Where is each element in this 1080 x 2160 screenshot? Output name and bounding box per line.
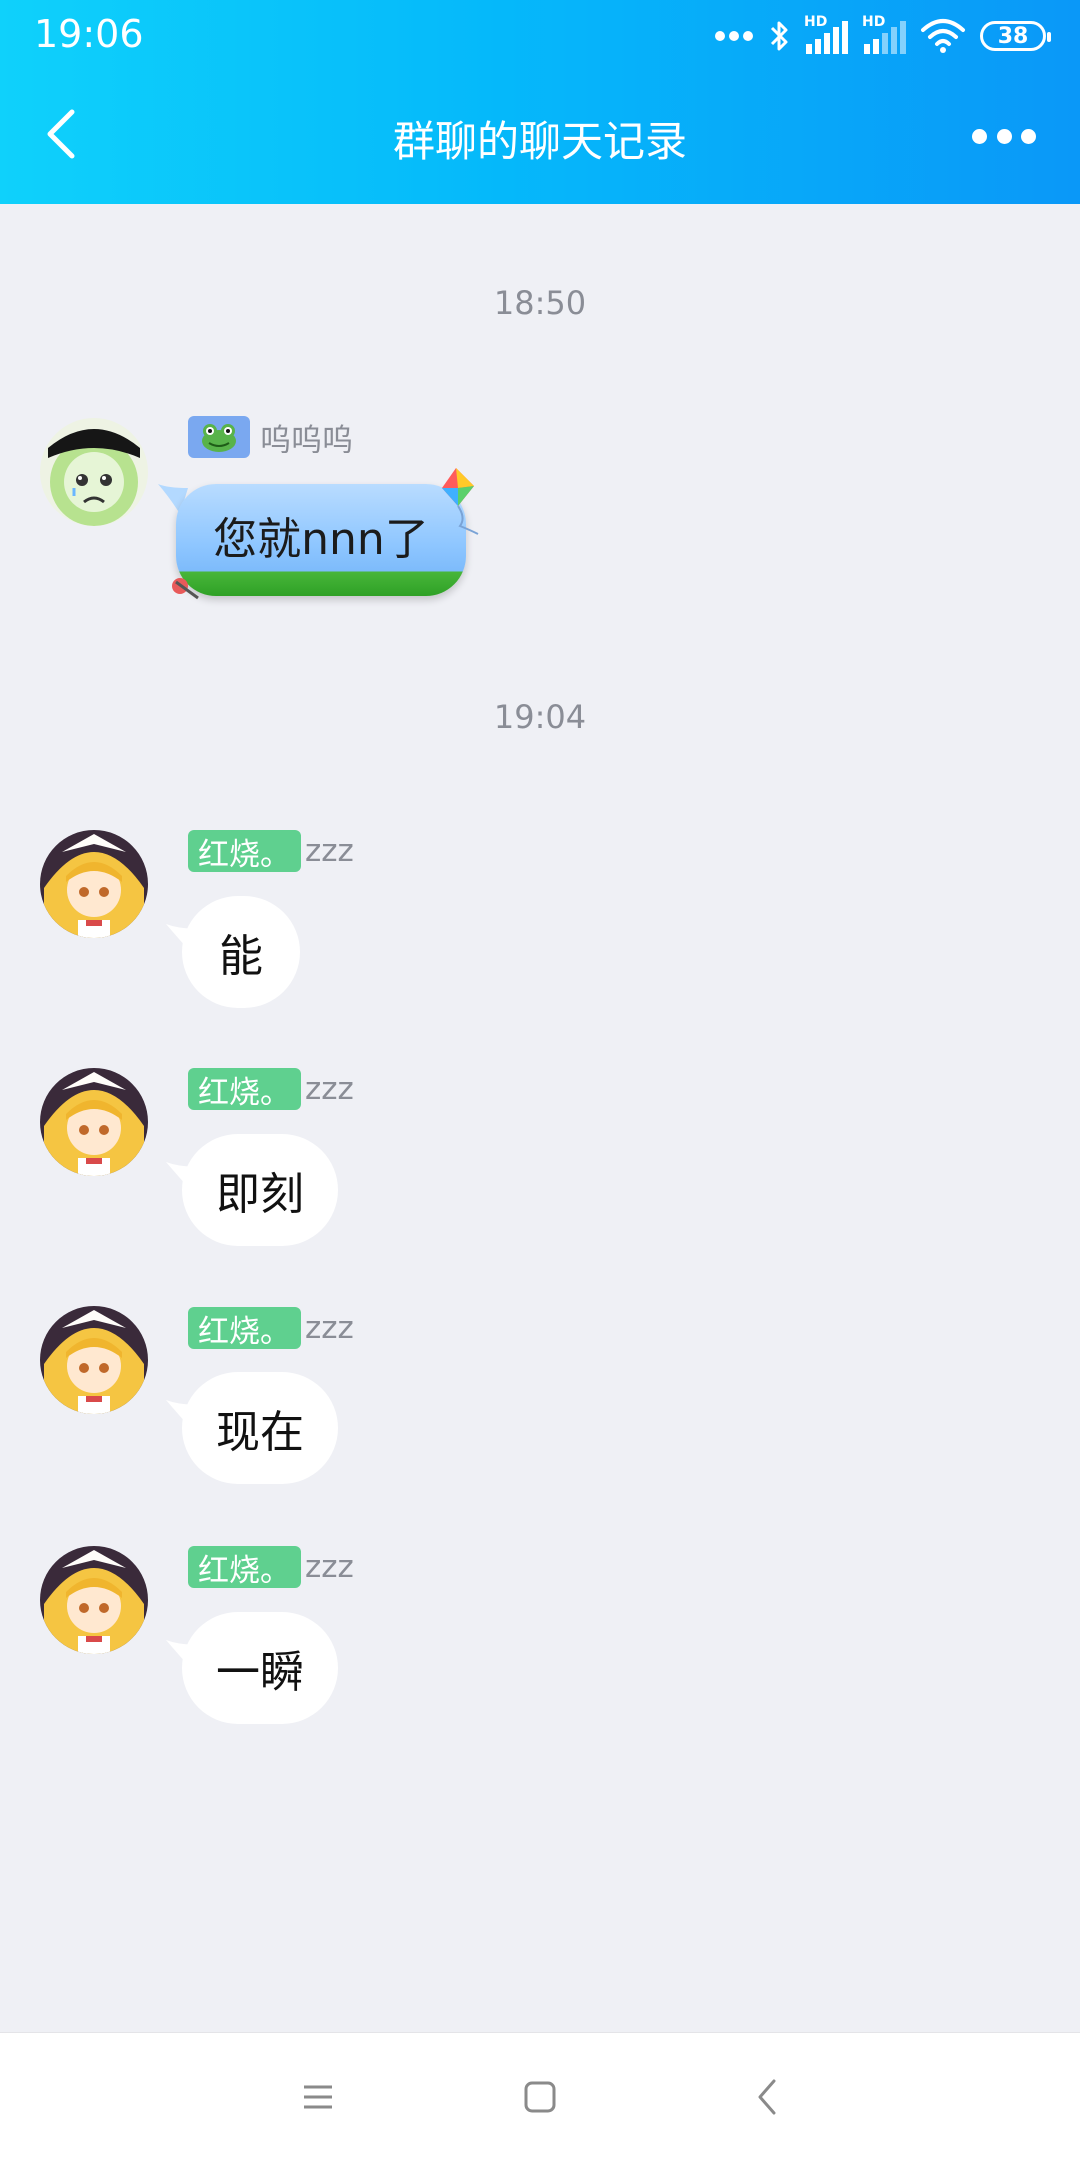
message-bubble[interactable]: 现在 — [182, 1372, 338, 1484]
more-notifications-icon — [715, 31, 753, 41]
wifi-icon — [921, 19, 965, 53]
sender-row: 红烧。 zzz — [188, 1068, 354, 1111]
page-title: 群聊的聊天记录 — [392, 117, 687, 166]
signal-strength-icon-2: HD — [862, 14, 906, 56]
back-triangle-icon[interactable] — [748, 2077, 788, 2117]
sender-row: 呜呜呜 — [188, 416, 353, 459]
sender-row: 红烧。 zzz — [188, 1307, 354, 1350]
blonde-character-avatar-icon — [40, 1546, 148, 1654]
time-divider: 19:04 — [493, 698, 587, 736]
status-bar: 19:06 HD HD 38 — [0, 0, 1080, 70]
home-icon[interactable] — [520, 2077, 560, 2117]
member-title-badge: 红烧。 — [188, 1546, 301, 1589]
message-text: 现在 — [216, 1407, 304, 1458]
kite-icon — [442, 468, 479, 535]
sender-name: zzz — [305, 1071, 354, 1107]
signal-strength-icon: HD — [804, 14, 848, 56]
message-text: 一瞬 — [216, 1647, 304, 1698]
member-title-badge: 红烧。 — [188, 1068, 301, 1111]
blonde-character-avatar-icon — [40, 1068, 148, 1176]
avatar[interactable] — [40, 830, 148, 938]
more-dot-icon — [1021, 128, 1036, 144]
menu-icon[interactable] — [298, 2077, 338, 2117]
app-header: 19:06 HD HD 38 群聊的聊天记录 — [0, 0, 1080, 204]
blonde-character-avatar-icon — [40, 1306, 148, 1414]
sender-name: 呜呜呜 — [260, 422, 353, 459]
sender-name: zzz — [305, 833, 354, 869]
status-time: 19:06 — [34, 12, 144, 56]
more-dot-icon — [972, 128, 987, 144]
avatar[interactable] — [40, 1546, 148, 1654]
sender-row: 红烧。 zzz — [188, 830, 354, 873]
battery-icon: 38 — [980, 21, 1051, 51]
system-navigation-bar — [0, 2032, 1080, 2160]
sender-row: 红烧。 zzz — [188, 1546, 354, 1589]
sender-name: zzz — [305, 1310, 354, 1346]
bluetooth-icon — [770, 21, 788, 51]
avatar[interactable] — [40, 1306, 148, 1414]
sender-name: zzz — [305, 1549, 354, 1585]
avatar[interactable] — [40, 418, 148, 526]
status-icons: HD HD 38 — [714, 14, 1051, 58]
nav-bar: 群聊的聊天记录 — [0, 70, 1080, 204]
message-text: 能 — [219, 931, 263, 982]
message-bubble[interactable]: 您就nnn了 — [176, 484, 466, 596]
kite-spool-icon — [172, 578, 199, 600]
green-character-avatar-icon — [40, 418, 148, 526]
message-bubble[interactable]: 能 — [182, 896, 300, 1008]
battery-level: 38 — [997, 23, 1029, 49]
member-title-badge: 红烧。 — [188, 830, 301, 873]
member-title-badge: 红烧。 — [188, 1307, 301, 1350]
message-text: 即刻 — [216, 1169, 304, 1220]
frog-icon — [188, 416, 250, 458]
message-bubble[interactable]: 即刻 — [182, 1134, 338, 1246]
time-divider: 18:50 — [493, 284, 587, 322]
more-options-button[interactable] — [972, 116, 1036, 156]
more-dot-icon — [996, 128, 1012, 144]
message-bubble[interactable]: 一瞬 — [182, 1612, 338, 1724]
blonde-character-avatar-icon — [40, 830, 148, 938]
avatar[interactable] — [40, 1068, 148, 1176]
message-text: 您就nnn了 — [213, 514, 429, 565]
